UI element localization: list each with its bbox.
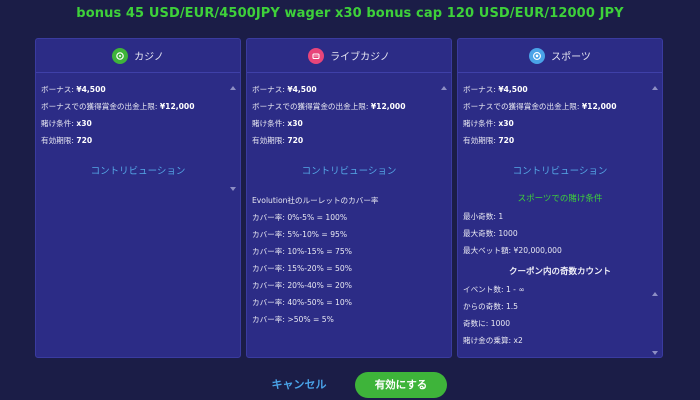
contribution-link[interactable]: コントリビューション xyxy=(247,164,451,180)
expiry-line: 有効期限: 720 xyxy=(463,136,515,145)
roulette-coverage-title: Evolution社のルーレットのカバー率 xyxy=(252,196,379,205)
panel-casino-header: カジノ xyxy=(36,39,240,73)
activate-button[interactable]: 有効にする xyxy=(355,372,447,398)
coverage-line: カバー率: 40%-50% = 10% xyxy=(252,298,352,307)
bonus-amount-line: ボーナス: ¥4,500 xyxy=(463,85,528,94)
expiry-line: 有効期限: 720 xyxy=(41,136,93,145)
withdrawal-cap-line: ボーナスでの獲得賞金の出金上限: ¥12,000 xyxy=(41,102,195,111)
scroll-up-arrow[interactable] xyxy=(441,86,447,90)
withdrawal-cap-line: ボーナスでの獲得賞金の出金上限: ¥12,000 xyxy=(463,102,617,111)
wager-line: 賭け条件: x30 xyxy=(41,119,92,128)
panel-live-casino-header: ライブカジノ xyxy=(247,39,451,73)
panel-casino-content[interactable]: ボーナス: ¥4,500 ボーナスでの獲得賞金の出金上限: ¥12,000 賭け… xyxy=(36,81,240,180)
coverage-line: カバー率: 5%-10% = 95% xyxy=(252,230,348,239)
panel-live-casino: ライブカジノ ボーナス: ¥4,500 ボーナスでの獲得賞金の出金上限: ¥12… xyxy=(246,38,452,358)
scroll-up-arrow[interactable] xyxy=(652,292,658,296)
panel-live-casino-content[interactable]: ボーナス: ¥4,500 ボーナスでの獲得賞金の出金上限: ¥12,000 賭け… xyxy=(247,81,451,328)
casino-icon xyxy=(112,47,129,64)
scroll-down-arrow[interactable] xyxy=(230,187,236,191)
coverage-line: カバー率: 15%-20% = 50% xyxy=(252,264,352,273)
bonus-amount-line: ボーナス: ¥4,500 xyxy=(41,85,106,94)
bonus-amount-line: ボーナス: ¥4,500 xyxy=(252,85,317,94)
coverage-line: カバー率: 10%-15% = 75% xyxy=(252,247,352,256)
coupon-line: イベント数: 1 - ∞ xyxy=(463,285,525,294)
withdrawal-cap-line: ボーナスでの獲得賞金の出金上限: ¥12,000 xyxy=(252,102,406,111)
coverage-line: カバー率: 0%-5% = 100% xyxy=(252,213,348,222)
coupon-line: からの奇数: 1.5 xyxy=(463,302,519,311)
scroll-up-arrow[interactable] xyxy=(230,86,236,90)
panel-casino-title: カジノ xyxy=(134,52,164,63)
sports-wager-title: スポーツでの賭け条件 xyxy=(517,194,603,204)
expiry-line: 有効期限: 720 xyxy=(252,136,304,145)
coupon-line: 奇数に: 1000 xyxy=(463,319,511,328)
panel-sports-header: スポーツ xyxy=(458,39,662,73)
sports-icon xyxy=(529,47,546,64)
contribution-link[interactable]: コントリビューション xyxy=(458,164,662,180)
bonus-terms-title: bonus 45 USD/EUR/4500JPY wager x30 bonus… xyxy=(76,6,624,21)
panel-sports: スポーツ ボーナス: ¥4,500 ボーナスでの獲得賞金の出金上限: ¥12,0… xyxy=(457,38,663,358)
cancel-button[interactable]: キャンセル xyxy=(262,374,336,396)
scroll-down-arrow[interactable] xyxy=(652,351,658,355)
coverage-line: カバー率: >50% = 5% xyxy=(252,315,334,324)
panel-sports-content[interactable]: ボーナス: ¥4,500 ボーナスでの獲得賞金の出金上限: ¥12,000 賭け… xyxy=(458,81,662,349)
scroll-up-arrow[interactable] xyxy=(652,86,658,90)
sports-line: 最大奇数: 1000 xyxy=(463,229,518,238)
panel-sports-title: スポーツ xyxy=(551,52,591,63)
coupon-odds-title: クーポン内の奇数カウント xyxy=(508,267,611,277)
coupon-line: 賭け金の乗算: x2 xyxy=(463,336,523,345)
sports-line: 最小奇数: 1 xyxy=(463,212,504,221)
panel-live-casino-title: ライブカジノ xyxy=(330,52,390,63)
panel-casino: カジノ ボーナス: ¥4,500 ボーナスでの獲得賞金の出金上限: ¥12,00… xyxy=(35,38,241,358)
live-casino-icon xyxy=(308,47,325,64)
wager-line: 賭け条件: x30 xyxy=(252,119,303,128)
coverage-line: カバー率: 20%-40% = 20% xyxy=(252,281,352,290)
sports-line: 最大ベット額: ¥20,000,000 xyxy=(463,246,562,255)
wager-line: 賭け条件: x30 xyxy=(463,119,514,128)
contribution-link[interactable]: コントリビューション xyxy=(36,164,240,180)
